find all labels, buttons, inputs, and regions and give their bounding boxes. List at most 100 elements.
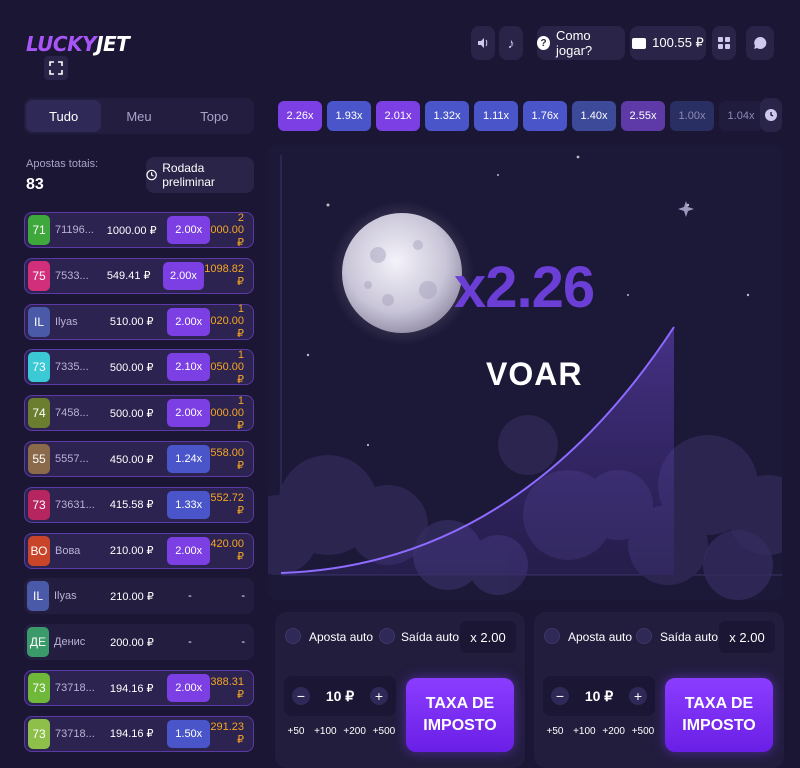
- bet-amount-stepper: − 10 ₽ +: [284, 676, 396, 716]
- bet-winnings: -: [241, 590, 245, 603]
- bet-row: 73 73631... 415.58 ₽ 1.33x 552.72 ₽: [24, 486, 254, 523]
- bet-button-line2: IMPOSTO: [423, 717, 497, 734]
- bet-user-name: 73718...: [55, 682, 95, 694]
- history-multiplier: 2.55x: [621, 101, 665, 131]
- tab-all[interactable]: Tudo: [26, 100, 102, 132]
- bet-button[interactable]: TAXA DE IMPOSTO: [665, 678, 773, 752]
- quick-amounts: +50 +100 +200 +500: [284, 726, 396, 737]
- bet-winnings: 1098.82 ₽: [204, 263, 244, 289]
- history-multiplier: 1.93x: [327, 101, 371, 131]
- game-status: VOAR: [486, 356, 583, 392]
- bet-panel-1: Aposta auto Saída auto x 2.00 − 10 ₽ + +…: [275, 612, 525, 768]
- bet-user-name: 7458...: [55, 407, 89, 420]
- bet-multiplier: 2.10x: [167, 353, 211, 382]
- minus-icon[interactable]: −: [292, 687, 310, 705]
- bet-amount: 1000.00 ₽: [106, 224, 157, 237]
- music-icon[interactable]: ♪: [499, 26, 523, 60]
- tab-mine[interactable]: Meu: [101, 100, 176, 132]
- plus-icon[interactable]: +: [629, 687, 647, 705]
- bet-user-name: 73718...: [55, 727, 95, 740]
- bet-user-name: 5557...: [55, 453, 89, 465]
- bet-multiplier: 2.00x: [162, 261, 205, 290]
- quick-amounts: +50 +100 +200 +500: [543, 726, 655, 737]
- moon: [342, 213, 462, 333]
- auto-bet-toggle[interactable]: [544, 628, 560, 644]
- bet-user-name: Вова: [55, 544, 81, 557]
- quick-add-200[interactable]: +200: [602, 726, 626, 737]
- preliminary-round-button[interactable]: Rodada preliminar: [146, 157, 254, 193]
- music-note-icon: ♪: [507, 35, 515, 51]
- wallet-icon: [632, 37, 647, 49]
- avatar: 74: [28, 398, 50, 429]
- how-to-play-label: Como jogar?: [555, 28, 593, 58]
- quick-add-500[interactable]: +500: [372, 726, 396, 737]
- avatar: IL: [27, 581, 49, 612]
- bet-winnings: 2 000.00 ₽: [210, 211, 245, 249]
- balance-value: 100.55 ₽: [652, 35, 704, 50]
- fullscreen-icon[interactable]: [44, 56, 68, 80]
- bet-winnings: 1 020.00 ₽: [210, 303, 245, 341]
- quick-add-200[interactable]: +200: [343, 726, 367, 737]
- bet-multiplier: 2.00x: [167, 536, 211, 565]
- bet-row: 73 7335... 500.00 ₽ 2.10x 1 050.00 ₽: [24, 349, 254, 386]
- minus-icon[interactable]: −: [551, 687, 569, 705]
- how-to-play-button[interactable]: ? Como jogar?: [537, 26, 625, 60]
- bet-button[interactable]: TAXA DE IMPOSTO: [406, 678, 514, 752]
- plus-icon[interactable]: +: [370, 687, 388, 705]
- bet-winnings: -: [241, 636, 245, 649]
- avatar: ДЕ: [27, 627, 49, 658]
- bet-row: IL Ilyas 210.00 ₽ - -: [24, 578, 254, 615]
- chat-icon[interactable]: [746, 26, 774, 60]
- avatar: 73: [28, 352, 50, 383]
- bet-row: 55 5557... 450.00 ₽ 1.24x 558.00 ₽: [24, 441, 254, 477]
- tab-top[interactable]: Topo: [177, 100, 252, 132]
- quick-add-50[interactable]: +50: [543, 726, 567, 737]
- bet-amount: 194.16 ₽: [109, 682, 154, 695]
- bet-user-name: Ilyas: [54, 590, 77, 603]
- bet-amount: 200.00 ₽: [110, 636, 154, 649]
- auto-cashout-input[interactable]: x 2.00: [719, 621, 775, 653]
- sound-icon[interactable]: [471, 26, 495, 60]
- bet-amount-stepper: − 10 ₽ +: [543, 676, 655, 716]
- auto-cashout-input[interactable]: x 2.00: [460, 621, 516, 653]
- bet-amount: 500.00 ₽: [109, 407, 154, 420]
- bets-tabs: Tudo Meu Topo: [24, 98, 254, 134]
- quick-add-500[interactable]: +500: [631, 726, 655, 737]
- bet-amount: 210.00 ₽: [110, 590, 154, 603]
- quick-add-50[interactable]: +50: [284, 726, 308, 737]
- avatar: 71: [28, 215, 50, 245]
- avatar: 73: [28, 489, 50, 520]
- quick-add-100[interactable]: +100: [313, 726, 337, 737]
- avatar: 73: [28, 673, 50, 703]
- bet-amount-value[interactable]: 10 ₽: [326, 688, 354, 705]
- history-multiplier: 1.32x: [425, 101, 469, 131]
- auto-bet-toggle[interactable]: [285, 628, 301, 644]
- bet-winnings: 558.00 ₽: [210, 446, 245, 472]
- bet-user-name: Ilyas: [55, 315, 78, 328]
- bet-user-name: 7533...: [55, 269, 89, 282]
- bet-multiplier: 1.50x: [167, 719, 211, 748]
- bet-winnings: 1 000.00 ₽: [210, 394, 245, 432]
- bet-winnings: 420.00 ₽: [210, 538, 245, 564]
- bet-button-line1: TAXA DE: [684, 695, 754, 712]
- menu-grid-icon[interactable]: [712, 26, 736, 60]
- bet-button-line2: IMPOSTO: [682, 717, 756, 734]
- quick-add-100[interactable]: +100: [572, 726, 596, 737]
- bet-row: IL Ilyas 510.00 ₽ 2.00x 1 020.00 ₽: [24, 303, 254, 341]
- auto-cashout-toggle[interactable]: [379, 628, 395, 644]
- multiplier-display: x2.26: [454, 255, 595, 320]
- bet-multiplier: 2.00x: [167, 307, 211, 336]
- bet-amount: 450.00 ₽: [109, 453, 154, 466]
- bet-amount: 549.41 ₽: [106, 270, 151, 283]
- preliminary-round-label: Rodada preliminar: [162, 161, 215, 189]
- bet-amount-value[interactable]: 10 ₽: [585, 688, 613, 705]
- bet-user-name: 73631...: [55, 498, 95, 511]
- bet-amount: 415.58 ₽: [109, 499, 154, 512]
- bet-multiplier: 1.24x: [167, 445, 211, 473]
- history-clock-icon[interactable]: [760, 98, 782, 132]
- bet-amount: 210.00 ₽: [109, 545, 154, 558]
- auto-cashout-toggle[interactable]: [636, 628, 652, 644]
- auto-cashout-label: Saída auto: [401, 630, 460, 644]
- balance-display[interactable]: 100.55 ₽: [630, 26, 706, 60]
- bet-multiplier: 2.00x: [167, 674, 211, 702]
